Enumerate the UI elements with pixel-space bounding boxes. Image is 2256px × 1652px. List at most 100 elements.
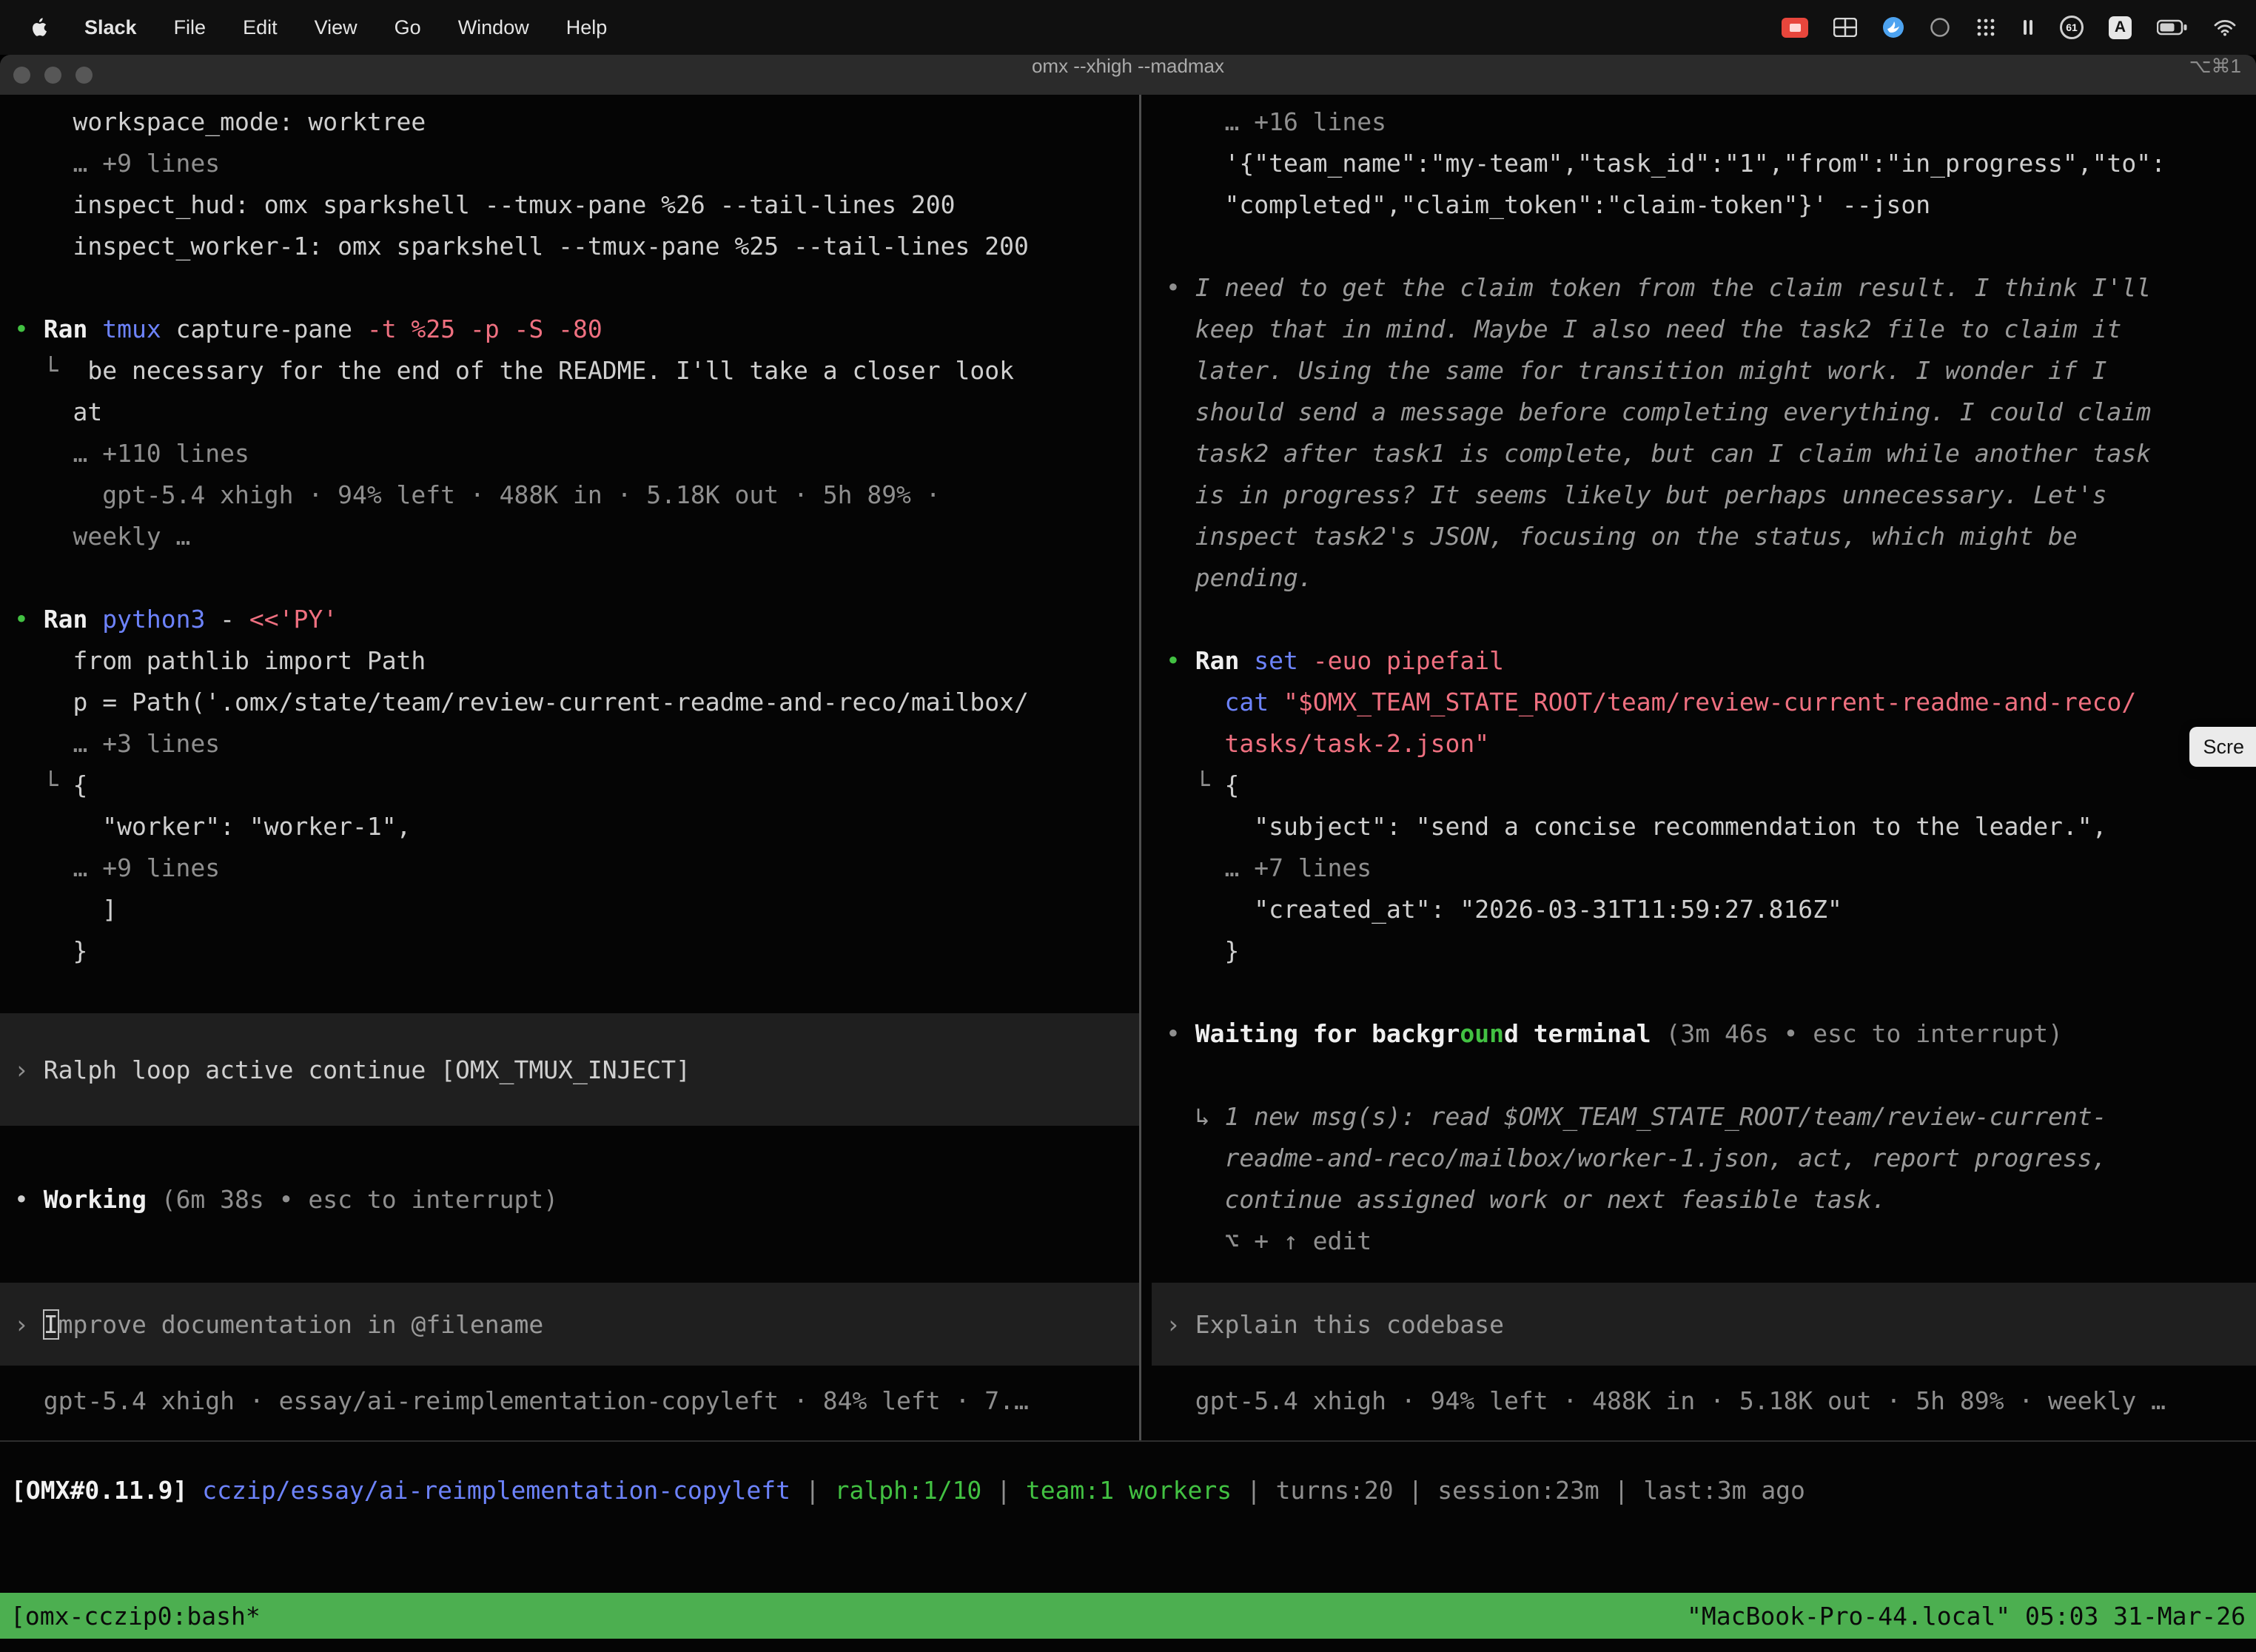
model-status-footer: gpt-5.4 xhigh · 94% left · 488K in · 5.1… — [1152, 1380, 2256, 1422]
command-output-line: gpt-5.4 xhigh · 94% left · 488K in · 5.1… — [0, 474, 1139, 516]
battery-percent-label: 61 — [2066, 21, 2078, 33]
spacer — [0, 1366, 1139, 1380]
window-grid-icon[interactable] — [1833, 18, 1857, 37]
left-terminal-pane: workspace_mode: worktree … +9 lines insp… — [0, 95, 1139, 1440]
collapsed-lines-indicator: … +9 lines — [0, 847, 1139, 889]
terminal-titlebar: omx --xhigh --madmax ⌥⌘1 — [0, 55, 2256, 95]
ran-command-line: • Ran python3 - <<'PY' — [0, 599, 1139, 640]
tmux-host-clock: "MacBook-Pro-44.local" 05:03 31-Mar-26 — [1687, 1602, 2246, 1631]
ran-command-line: • Ran tmux capture-pane -t %25 -p -S -80 — [0, 309, 1139, 350]
reasoning-line: inspect task2's JSON, focusing on the st… — [1152, 516, 2256, 557]
composer-input-right[interactable]: › Explain this codebase — [1152, 1283, 2256, 1366]
blank-line — [0, 267, 1139, 309]
reasoning-line: should send a message before completing … — [1152, 392, 2256, 433]
team-workers-counter: team:1 workers — [1026, 1476, 1232, 1505]
collapsed-lines-indicator: … +9 lines — [0, 143, 1139, 184]
input-source-label: A — [2115, 19, 2126, 36]
menu-app-name[interactable]: Slack — [84, 16, 137, 39]
blank-line — [0, 557, 1139, 599]
right-terminal-pane: … +16 lines '{"team_name":"my-team","tas… — [1152, 95, 2256, 1440]
command-output-line: } — [0, 930, 1139, 972]
blank-line — [1152, 972, 2256, 1013]
bars-icon[interactable] — [2021, 17, 2035, 38]
spacer — [1152, 1262, 2256, 1283]
blank-line — [1152, 226, 2256, 267]
reasoning-line: keep that in mind. Maybe I also need the… — [1152, 309, 2256, 350]
ralph-counter: ralph:1/10 — [835, 1476, 982, 1505]
mailbox-message-line: readme-and-reco/mailbox/worker-1.json, a… — [1152, 1138, 2256, 1179]
terminal-line: inspect_hud: omx sparkshell --tmux-pane … — [0, 184, 1139, 226]
model-status-footer: gpt-5.4 xhigh · essay/ai-reimplementatio… — [0, 1380, 1139, 1422]
command-output-line: ] — [0, 889, 1139, 930]
command-line: tasks/task-2.json" — [1152, 723, 2256, 765]
terminal-line: "completed","claim_token":"claim-token"}… — [1152, 184, 2256, 226]
text-cursor: I — [44, 1310, 58, 1339]
spacer — [0, 1220, 1139, 1283]
command-line: cat "$OMX_TEAM_STATE_ROOT/team/review-cu… — [1152, 682, 2256, 723]
menu-edit[interactable]: Edit — [243, 16, 278, 39]
macos-screen: Slack File Edit View Go Window Help — [0, 0, 2256, 1652]
battery-icon[interactable] — [2157, 19, 2188, 36]
command-output-line: "subject": "send a concise recommendatio… — [1152, 806, 2256, 847]
window-shortcut-hint: ⌥⌘1 — [2189, 55, 2241, 95]
blank-line — [1152, 599, 2256, 640]
reasoning-line: • I need to get the claim token from the… — [1152, 267, 2256, 309]
menu-file[interactable]: File — [174, 16, 207, 39]
command-output-line: "worker": "worker-1", — [0, 806, 1139, 847]
command-output-line: p = Path('.omx/state/team/review-current… — [0, 682, 1139, 723]
reasoning-line: later. Using the same for transition mig… — [1152, 350, 2256, 392]
command-output-line: weekly … — [0, 516, 1139, 557]
reasoning-line: task2 after task1 is complete, but can I… — [1152, 433, 2256, 474]
screen-overlay-tooltip: Scre — [2189, 727, 2256, 767]
command-output-line: └ { — [1152, 765, 2256, 806]
command-output-line: from pathlib import Path — [0, 640, 1139, 682]
menu-window[interactable]: Window — [458, 16, 529, 39]
menu-help[interactable]: Help — [566, 16, 608, 39]
omx-version-badge: [OMX#0.11.9] — [11, 1476, 187, 1505]
command-output-line: └ be necessary for the end of the README… — [0, 350, 1139, 392]
battery-percent-ring[interactable]: 61 — [2060, 16, 2084, 39]
terminal-line: '{"team_name":"my-team","task_id":"1","f… — [1152, 143, 2256, 184]
session-stats: | turns:20 | session:23m | last:3m ago — [1232, 1476, 1805, 1505]
menu-bar-status-icons: 61 A — [1782, 16, 2237, 39]
screen-recording-icon[interactable] — [1782, 18, 1808, 38]
collapsed-lines-indicator: … +7 lines — [1152, 847, 2256, 889]
wifi-icon[interactable] — [2213, 18, 2237, 37]
menu-bar-left: Slack File Edit View Go Window Help — [30, 16, 607, 39]
terminal-window: workspace_mode: worktree … +9 lines insp… — [0, 95, 2256, 1652]
tmux-status-bar: [omx-cczip0:bash* "MacBook-Pro-44.local"… — [0, 1593, 2256, 1639]
bird-app-icon[interactable] — [1882, 16, 1904, 38]
omx-status-line: [OMX#0.11.9] cczip/essay/ai-reimplementa… — [0, 1470, 2256, 1511]
waiting-status-line: • Waiting for background terminal (3m 46… — [1152, 1013, 2256, 1055]
mailbox-message-line: ↳ 1 new msg(s): read $OMX_TEAM_STATE_ROO… — [1152, 1096, 2256, 1138]
ran-command-line: • Ran set -euo pipefail — [1152, 640, 2256, 682]
menu-view[interactable]: View — [315, 16, 357, 39]
input-source-icon[interactable]: A — [2109, 16, 2132, 39]
blank-line — [0, 972, 1139, 1013]
reasoning-line: is in progress? It seems likely but perh… — [1152, 474, 2256, 516]
collapsed-lines-indicator: … +16 lines — [1152, 101, 2256, 143]
collapsed-lines-indicator: … +110 lines — [0, 433, 1139, 474]
menu-go[interactable]: Go — [395, 16, 421, 39]
edit-hint: ⌥ + ↑ edit — [1152, 1220, 2256, 1262]
spacer — [0, 1126, 1139, 1179]
dots-grid-icon[interactable] — [1975, 17, 1996, 38]
collapsed-lines-indicator: … +3 lines — [0, 723, 1139, 765]
apple-menu-icon[interactable] — [30, 17, 47, 38]
terminal-line: workspace_mode: worktree — [0, 101, 1139, 143]
ralph-loop-injection-banner: › Ralph loop active continue [OMX_TMUX_I… — [0, 1013, 1139, 1126]
command-output-line: └ { — [0, 765, 1139, 806]
menu-bar: Slack File Edit View Go Window Help — [0, 0, 2256, 55]
command-output-line: } — [1152, 930, 2256, 972]
window-title: omx --xhigh --madmax — [0, 55, 2256, 95]
tmux-session-label: [omx-cczip0:bash* — [10, 1602, 261, 1631]
blank-line — [1152, 1055, 2256, 1096]
status-divider — [0, 1440, 2256, 1442]
command-output-line: "created_at": "2026-03-31T11:59:27.816Z" — [1152, 889, 2256, 930]
pane-divider[interactable] — [1139, 95, 1141, 1440]
terminal-line: inspect_worker-1: omx sparkshell --tmux-… — [0, 226, 1139, 267]
command-output-line: at — [0, 392, 1139, 433]
circle-app-icon[interactable] — [1930, 17, 1950, 38]
composer-input-left[interactable]: › Improve documentation in @filename — [0, 1283, 1139, 1366]
reasoning-line: pending. — [1152, 557, 2256, 599]
